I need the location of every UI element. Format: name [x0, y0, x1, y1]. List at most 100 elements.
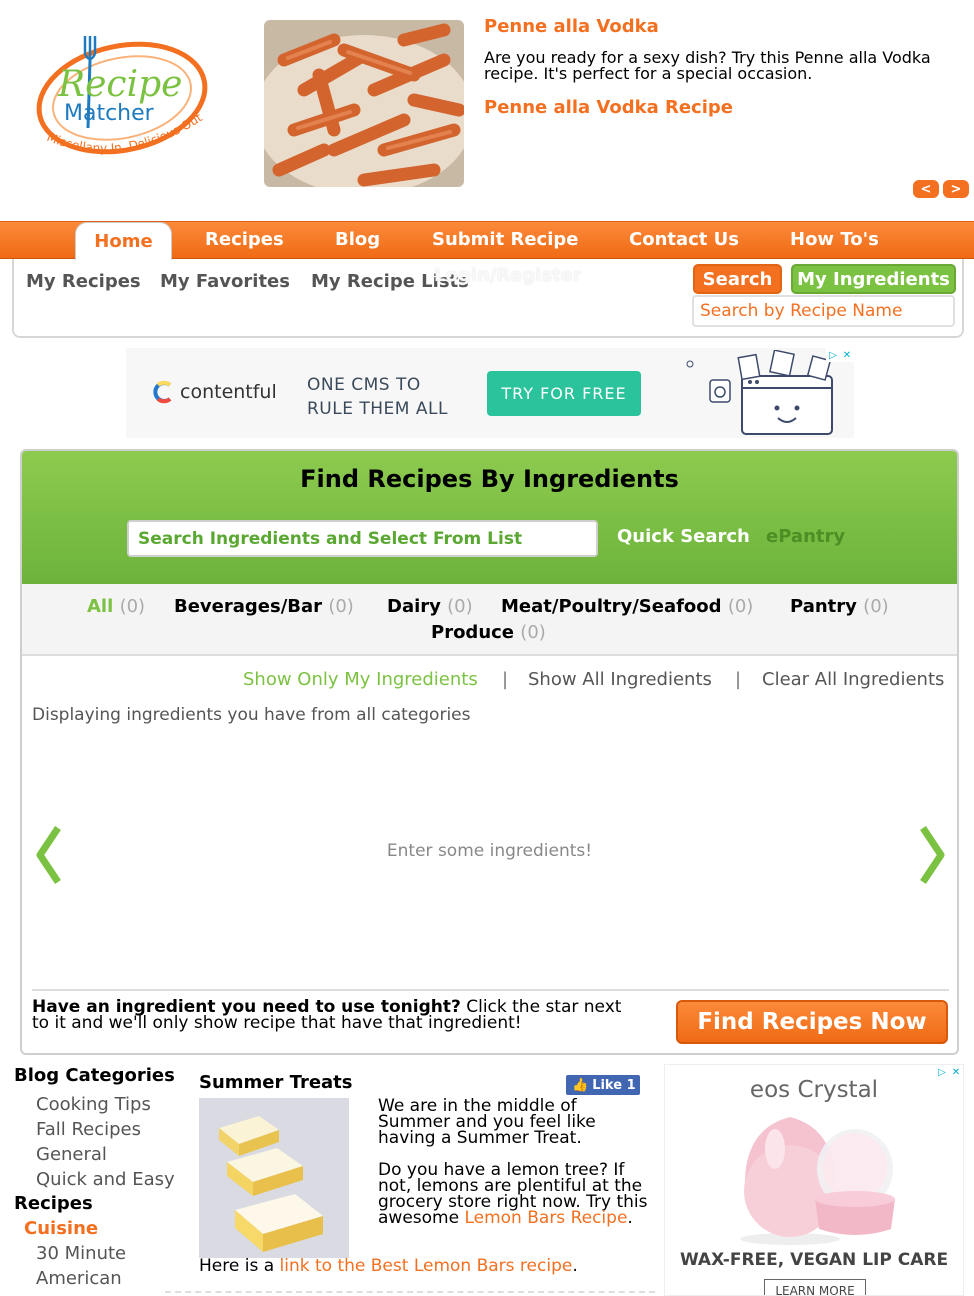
ad-tagline-line-1: ONE CMS TO [307, 375, 421, 395]
post-body: We are in the middle of Summer and you f… [378, 1096, 648, 1228]
category-dairy[interactable]: Dairy (0) [387, 596, 473, 617]
displaying-status: Displaying ingredients you have from all… [32, 705, 471, 725]
recipes-heading: Recipes [14, 1193, 93, 1214]
filter-separator: | [735, 669, 742, 690]
category-label: Dairy [387, 596, 441, 617]
blog-categories-heading: Blog Categories [14, 1065, 175, 1086]
category-count: (0) [119, 596, 146, 617]
learn-more-button[interactable]: LEARN MORE [764, 1279, 866, 1295]
quick-search-link[interactable]: Quick Search [617, 526, 750, 547]
category-label: All [87, 596, 114, 617]
logo-word-recipe: Recipe [57, 64, 182, 105]
feature-recipe-link[interactable]: Penne alla Vodka Recipe [484, 97, 733, 118]
try-for-free-button[interactable]: TRY FOR FREE [487, 371, 641, 416]
contentful-logo: contentful [152, 380, 277, 404]
clear-all-ingredients-link[interactable]: Clear All Ingredients [762, 669, 944, 690]
post-paragraph: We are in the middle of Summer and you f… [378, 1096, 596, 1148]
cuisine-link[interactable]: 30 Minute [36, 1243, 126, 1264]
nav-blog[interactable]: Blog [335, 229, 380, 250]
ad-tagline-line-2: RULE THEM ALL [307, 399, 448, 419]
category-label: Produce [431, 622, 515, 643]
adchoices-icon[interactable]: ▷ [826, 348, 840, 362]
lip-balm-product-icon [740, 1117, 895, 1245]
lemon-bars-image[interactable] [199, 1098, 349, 1258]
category-beverages-bar[interactable]: Beverages/Bar (0) [174, 596, 354, 617]
blog-category-link[interactable]: General [36, 1144, 107, 1165]
sub-nav: My Recipes My Favorites My Recipe Lists … [12, 259, 964, 338]
logo-word-matcher: Matcher [64, 101, 155, 126]
post-divider [165, 1291, 655, 1293]
like-count: Like 1 [592, 1077, 636, 1093]
category-count: (0) [727, 596, 754, 617]
contentful-brand-text: contentful [180, 381, 277, 403]
cuisine-heading[interactable]: Cuisine [24, 1218, 98, 1239]
post-paragraph: Do you have a lemon tree? If not, lemons… [378, 1162, 648, 1228]
feature-description: Are you ready for a sexy dish? Try this … [484, 48, 931, 83]
ad-close-icon[interactable]: ✕ [840, 348, 854, 362]
contentful-ad-banner[interactable]: contentful ONE CMS TO RULE THEM ALL TRY … [126, 348, 854, 438]
my-recipes-link[interactable]: My Recipes [26, 271, 141, 292]
post-link-prefix: Here is a [199, 1256, 280, 1276]
nav-home[interactable]: Home [75, 222, 172, 260]
category-count: (0) [447, 596, 473, 617]
blog-category-link[interactable]: Cooking Tips [36, 1094, 151, 1115]
ad-tagline: ONE CMS TO RULE THEM ALL [307, 373, 448, 421]
category-pantry[interactable]: Pantry (0) [790, 596, 889, 617]
nav-submit-recipe[interactable]: Submit Recipe [432, 229, 578, 250]
empty-ingredients-message: Enter some ingredients! [386, 841, 593, 861]
ingredient-search-input[interactable] [127, 520, 598, 557]
category-all[interactable]: All (0) [87, 596, 145, 617]
epantry-link[interactable]: ePantry [766, 526, 845, 547]
eos-brand: eos Crystal [749, 1077, 879, 1103]
feature-recipe-image[interactable] [264, 20, 464, 187]
finder-divider [32, 989, 949, 991]
search-button[interactable]: Search [693, 264, 782, 294]
my-ingredients-button[interactable]: My Ingredients [791, 264, 956, 294]
main-nav: Home Recipes Blog Submit Recipe Contact … [0, 221, 974, 260]
category-produce[interactable]: Produce (0) [431, 622, 546, 643]
category-label: Meat/Poultry/Seafood [501, 596, 722, 617]
category-count: (0) [328, 596, 354, 617]
slider-prev-button[interactable]: < [913, 180, 939, 198]
ingredient-finder-panel: Find Recipes By Ingredients Quick Search… [20, 449, 959, 1055]
lemon-bars-recipe-link[interactable]: Lemon Bars Recipe [464, 1208, 627, 1228]
category-meat-poultry-seafood[interactable]: Meat/Poultry/Seafood (0) [501, 596, 753, 617]
category-label: Pantry [790, 596, 857, 617]
ad-choices[interactable]: ▷ ✕ [826, 348, 854, 362]
post-paragraph-end: . [627, 1208, 633, 1228]
feature-title[interactable]: Penne alla Vodka [484, 16, 659, 37]
nav-recipes[interactable]: Recipes [205, 229, 284, 250]
slider-next-button[interactable]: > [943, 180, 969, 198]
finder-header: Find Recipes By Ingredients Quick Search… [22, 451, 957, 584]
category-count: (0) [863, 596, 889, 617]
nav-contact-us[interactable]: Contact Us [629, 229, 739, 250]
my-favorites-link[interactable]: My Favorites [160, 271, 290, 292]
blog-category-link[interactable]: Fall Recipes [36, 1119, 141, 1140]
carousel-next-arrow-icon[interactable] [919, 824, 949, 886]
login-register-link[interactable]: Login/Register [434, 265, 582, 286]
recipe-matcher-logo[interactable]: Recipe Matcher Miscellany In, Delicious … [32, 28, 232, 178]
finder-title: Find Recipes By Ingredients [300, 465, 679, 493]
facebook-like-button[interactable]: 👍 Like 1 [566, 1075, 640, 1095]
post-link-line: Here is a link to the Best Lemon Bars re… [199, 1256, 578, 1276]
best-lemon-bars-link[interactable]: link to the Best Lemon Bars recipe [280, 1256, 573, 1276]
eos-tagline: WAX-FREE, VEGAN LIP CARE [679, 1250, 949, 1270]
cuisine-link[interactable]: American [36, 1268, 122, 1289]
blog-category-link[interactable]: Quick and Easy [36, 1169, 175, 1190]
category-label: Beverages/Bar [174, 596, 323, 617]
show-only-my-ingredients-link[interactable]: Show Only My Ingredients [243, 669, 478, 690]
ad-illustration-icon [686, 350, 833, 435]
thumbs-up-icon: 👍 [572, 1077, 589, 1093]
post-link-suffix: . [572, 1256, 578, 1276]
show-all-ingredients-link[interactable]: Show All Ingredients [528, 669, 712, 690]
ad-close-icon[interactable]: ✕ [949, 1065, 963, 1079]
nav-how-tos[interactable]: How To's [790, 229, 879, 250]
recipe-name-search-input[interactable] [692, 295, 955, 327]
feature-slider-controls: < > [913, 180, 969, 198]
find-recipes-now-button[interactable]: Find Recipes Now [676, 1000, 948, 1044]
eos-ad[interactable]: eos Crystal WAX-FREE, VEGAN LIP CARE LEA… [664, 1064, 964, 1296]
ad-choices[interactable]: ▷ ✕ [935, 1065, 963, 1079]
tonight-hint: Have an ingredient you need to use tonig… [32, 999, 622, 1032]
adchoices-icon[interactable]: ▷ [935, 1065, 949, 1079]
post-title[interactable]: Summer Treats [199, 1072, 353, 1093]
